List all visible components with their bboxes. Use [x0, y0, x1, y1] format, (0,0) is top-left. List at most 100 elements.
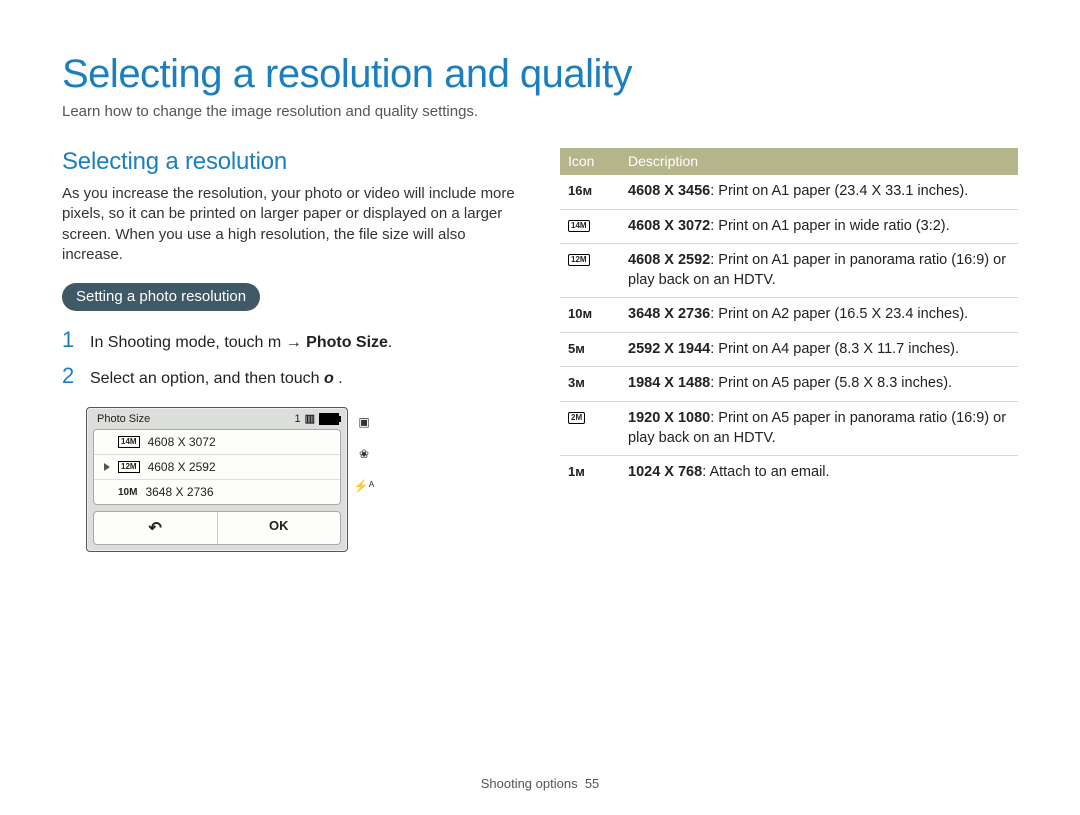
table-head-desc: Description: [620, 148, 1018, 175]
resolution-icon: 2M: [568, 410, 585, 425]
table-head-icon: Icon: [560, 148, 620, 175]
step-punct: .: [338, 370, 342, 387]
resolution-desc: : Attach to an email.: [702, 464, 829, 480]
resolution-desc: : Print on A1 paper (23.4 X 33.1 inches)…: [710, 183, 968, 199]
list-item-label: 3648 X 2736: [145, 485, 213, 499]
resolution-value: 4608 X 3456: [628, 183, 710, 199]
footer-page: 55: [585, 776, 599, 791]
resolution-desc: : Print on A2 paper (16.5 X 23.4 inches)…: [710, 306, 968, 322]
timer-icon: ❀: [359, 447, 369, 461]
step-number: 2: [62, 363, 80, 389]
step-1: 1 In Shooting mode, touch m → Photo Size…: [62, 327, 520, 353]
step-2: 2 Select an option, and then touch o .: [62, 363, 520, 389]
ok-glyph: o: [324, 370, 334, 387]
table-desc-cell: 4608 X 3072: Print on A1 paper in wide r…: [620, 209, 1018, 244]
table-desc-cell: 2592 X 1944: Print on A4 paper (8.3 X 11…: [620, 332, 1018, 367]
list-item[interactable]: 12M 4608 X 2592: [94, 455, 340, 480]
sd-icon: ▥: [305, 412, 315, 425]
resolution-icon: 16ᴍ: [568, 183, 592, 198]
step-text-part: In Shooting mode, touch: [90, 334, 268, 351]
table-icon-cell: 14M: [560, 209, 620, 244]
table-icon-cell: 16ᴍ: [560, 175, 620, 209]
list-item[interactable]: 10M 3648 X 2736: [94, 480, 340, 504]
resolution-desc: : Print on A1 paper in wide ratio (3:2).: [710, 218, 949, 234]
device-header-label: Photo Size: [97, 413, 150, 425]
table-icon-cell: 3ᴍ: [560, 367, 620, 402]
table-icon-cell: 1ᴍ: [560, 456, 620, 490]
device-side-icons: ▣ ❀ ⚡ᴬ: [354, 407, 374, 552]
steps-list: 1 In Shooting mode, touch m → Photo Size…: [62, 327, 520, 389]
right-column: Icon Description 16ᴍ4608 X 3456: Print o…: [560, 148, 1018, 552]
step-arrow: →: [286, 334, 306, 351]
resolution-icon: 5ᴍ: [568, 341, 585, 356]
resolution-icon: 14M: [568, 218, 590, 233]
resolution-icon: 12M: [568, 252, 590, 267]
page-footer: Shooting options 55: [0, 776, 1080, 791]
resolution-desc: : Print on A5 paper (5.8 X 8.3 inches).: [710, 375, 952, 391]
resolution-icon: 3ᴍ: [568, 375, 585, 390]
resolution-value: 1024 X 768: [628, 464, 702, 480]
size-icon: 10M: [118, 487, 137, 498]
footer-section: Shooting options: [481, 776, 578, 791]
device-bottom-bar: ↶ OK: [93, 511, 341, 545]
playback-icon: ▣: [358, 415, 369, 429]
device-list: 14M 4608 X 3072 12M 4608 X 2592 10M 3648…: [93, 429, 341, 505]
device-mockup: Photo Size 1 ▥ 14M 4608 X 3072: [86, 407, 520, 552]
table-icon-cell: 10ᴍ: [560, 298, 620, 333]
list-item-label: 4608 X 3072: [148, 435, 216, 449]
table-row: 3ᴍ 1984 X 1488: Print on A5 paper (5.8 X …: [560, 367, 1018, 402]
resolution-table: Icon Description 16ᴍ4608 X 3456: Print o…: [560, 148, 1018, 490]
section-heading: Selecting a resolution: [62, 148, 520, 176]
step-text: In Shooting mode, touch m → Photo Size.: [90, 334, 392, 352]
table-desc-cell: 1024 X 768: Attach to an email.: [620, 456, 1018, 490]
ok-button[interactable]: OK: [218, 512, 341, 544]
table-row: 16ᴍ 4608 X 3456: Print on A1 paper (23.4 …: [560, 175, 1018, 209]
procedure-pill: Setting a photo resolution: [62, 283, 260, 311]
table-row: 12M 4608 X 2592: Print on A1 paper in pan…: [560, 244, 1018, 298]
table-row: 5ᴍ 2592 X 1944: Print on A4 paper (8.3 X …: [560, 332, 1018, 367]
back-button[interactable]: ↶: [94, 512, 218, 544]
table-icon-cell: 5ᴍ: [560, 332, 620, 367]
resolution-value: 1984 X 1488: [628, 375, 710, 391]
size-icon: 12M: [118, 461, 140, 473]
table-desc-cell: 4608 X 2592: Print on A1 paper in panora…: [620, 244, 1018, 298]
table-row: 10ᴍ 3648 X 2736: Print on A2 paper (16.5 …: [560, 298, 1018, 333]
table-row: 2M 1920 X 1080: Print on A5 paper in pano…: [560, 401, 1018, 455]
battery-icon: [319, 413, 339, 425]
resolution-icon: 1ᴍ: [568, 464, 585, 479]
flash-icon: ⚡ᴬ: [354, 479, 374, 493]
device-status-icons: 1 ▥: [294, 412, 339, 425]
table-desc-cell: 1984 X 1488: Print on A5 paper (5.8 X 8.…: [620, 367, 1018, 402]
resolution-value: 2592 X 1944: [628, 341, 710, 357]
table-desc-cell: 4608 X 3456: Print on A1 paper (23.4 X 3…: [620, 175, 1018, 209]
table-row: 14M 4608 X 3072: Print on A1 paper in wid…: [560, 209, 1018, 244]
resolution-desc: : Print on A4 paper (8.3 X 11.7 inches).: [710, 341, 959, 357]
resolution-value: 4608 X 2592: [628, 252, 710, 268]
left-column: Selecting a resolution As you increase t…: [62, 148, 520, 552]
page-title: Selecting a resolution and quality: [62, 52, 1018, 97]
resolution-value: 3648 X 2736: [628, 306, 710, 322]
size-icon: 14M: [118, 436, 140, 448]
table-row: 1ᴍ 1024 X 768: Attach to an email.: [560, 456, 1018, 490]
menu-icon: m: [268, 334, 281, 351]
resolution-value: 1920 X 1080: [628, 410, 710, 426]
section-paragraph: As you increase the resolution, your pho…: [62, 184, 520, 265]
table-icon-cell: 12M: [560, 244, 620, 298]
page-subtitle: Learn how to change the image resolution…: [62, 103, 1018, 120]
device-screen: Photo Size 1 ▥ 14M 4608 X 3072: [86, 407, 348, 552]
counter: 1: [294, 413, 300, 425]
step-number: 1: [62, 327, 80, 353]
step-punct: .: [388, 334, 392, 351]
table-desc-cell: 1920 X 1080: Print on A5 paper in panora…: [620, 401, 1018, 455]
step-bold: Photo Size: [306, 334, 388, 351]
device-topbar: Photo Size 1 ▥: [87, 408, 347, 429]
resolution-icon: 10ᴍ: [568, 306, 592, 321]
selection-caret-icon: [104, 463, 110, 471]
step-text: Select an option, and then touch o .: [90, 370, 343, 388]
table-desc-cell: 3648 X 2736: Print on A2 paper (16.5 X 2…: [620, 298, 1018, 333]
table-icon-cell: 2M: [560, 401, 620, 455]
step-text-part: Select an option, and then touch: [90, 370, 324, 387]
list-item[interactable]: 14M 4608 X 3072: [94, 430, 340, 455]
list-item-label: 4608 X 2592: [148, 460, 216, 474]
resolution-value: 4608 X 3072: [628, 218, 710, 234]
